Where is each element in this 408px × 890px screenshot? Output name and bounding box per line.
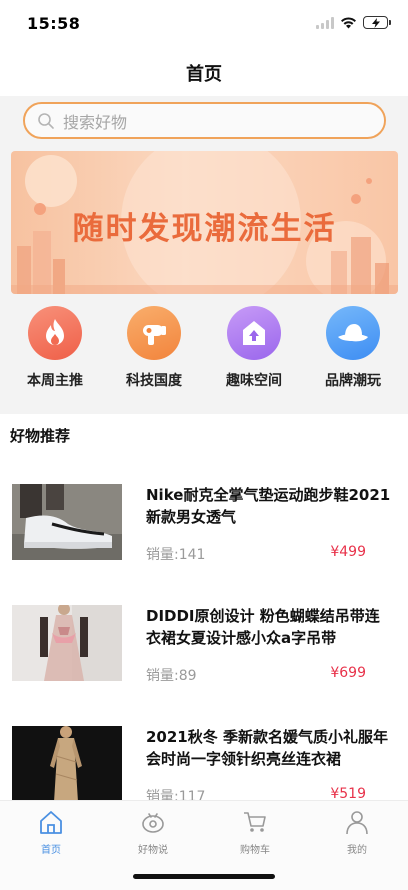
hair-dryer-icon [127,306,181,360]
product-title: Nike耐克全掌气垫运动跑步鞋2021新款男女透气 [146,486,391,526]
search-icon [38,112,54,129]
flame-icon [28,306,82,360]
tab-label: 我的 [347,845,367,856]
page-title: 首页 [186,64,222,85]
category-row: 本周主推 科技国度 趣味空间 品牌潮玩 [0,306,408,406]
status-bar: 15:58 [0,0,408,48]
category-label: 趣味空间 [226,373,282,389]
product-price: ¥499 [330,544,366,560]
home-icon [40,811,62,834]
banner-headline: 随时发现潮流生活 [72,211,337,247]
search-placeholder: 搜索好物 [63,112,128,132]
product-image-dress[interactable] [12,605,122,681]
category-label: 品牌潮玩 [325,373,381,389]
section-title: 好物推荐 [10,427,71,445]
chat-eye-icon [142,813,164,833]
category-tech[interactable]: 科技国度 [109,306,199,390]
product-image-sneaker[interactable] [12,484,122,560]
status-time: 15:58 [27,14,81,33]
product-title: DIDDI原创设计 粉色蝴蝶结吊带连衣裙女夏设计感小众a字吊带 [146,607,380,647]
product-price: ¥699 [330,665,366,681]
upload-bag-icon [227,306,281,360]
hat-icon [326,306,380,360]
product-sales: 销量:141 [146,547,206,563]
home-indicator [133,874,275,879]
product-sales: 销量:89 [146,668,197,684]
product-card[interactable]: DIDDI原创设计 粉色蝴蝶结吊带连衣裙女夏设计感小众a字吊带 销量:89 ¥6… [0,605,408,715]
product-title: 2021秋冬 季新款名媛气质小礼服年会时尚一字领针织亮丝连衣裙 [146,728,388,768]
category-fun[interactable]: 趣味空间 [209,306,299,390]
wifi-icon [341,16,356,28]
category-weekly-picks[interactable]: 本周主推 [10,306,100,390]
search-input[interactable]: 搜索好物 [23,102,386,139]
category-label: 本周主推 [27,373,83,389]
tab-cart[interactable]: 购物车 [215,809,295,856]
battery-icon [363,16,391,29]
category-brand-toys[interactable]: 品牌潮玩 [308,306,398,390]
category-label: 科技国度 [126,373,182,389]
tab-label: 首页 [41,845,61,856]
tab-home[interactable]: 首页 [11,809,91,856]
status-icons [316,16,391,29]
tab-label: 购物车 [240,845,270,856]
cart-icon [244,812,266,832]
signal-icon [316,16,334,29]
promo-banner[interactable]: 随时发现潮流生活 [11,151,398,294]
product-image-gown[interactable] [12,726,122,802]
user-icon [346,811,368,835]
product-card[interactable]: Nike耐克全掌气垫运动跑步鞋2021新款男女透气 销量:141 ¥499 [0,484,408,594]
tab-profile[interactable]: 我的 [317,809,397,856]
tab-discover[interactable]: 好物说 [113,809,193,856]
tab-label: 好物说 [138,845,168,856]
